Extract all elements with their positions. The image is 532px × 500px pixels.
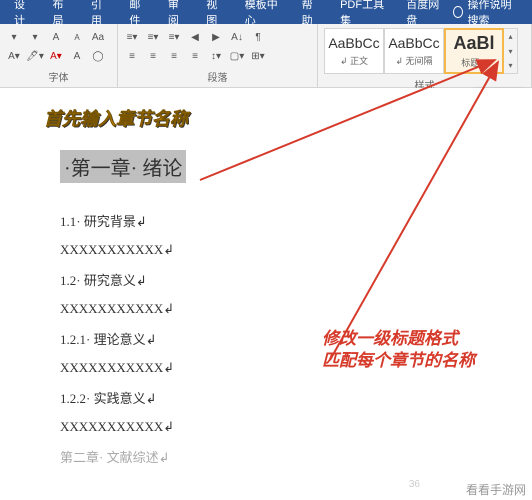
faint-number: 36	[409, 479, 420, 490]
tab-layout[interactable]: 布局	[42, 0, 80, 24]
style-expand[interactable]: ▾	[504, 58, 517, 73]
increase-indent-button[interactable]: ▶	[206, 29, 226, 47]
doc-line[interactable]: XXXXXXXXXXX↲	[60, 242, 280, 258]
font-group-label: 字体	[4, 68, 113, 85]
style-gallery-scroll: ▴ ▾ ▾	[504, 28, 518, 74]
style-heading-1[interactable]: AaBl 标题 1	[444, 28, 504, 74]
tab-review[interactable]: 审阅	[158, 0, 196, 24]
align-left-button[interactable]: ≡	[122, 48, 142, 66]
document-area[interactable]: ·第一章· 绪论 1.1· 研究背景↲ XXXXXXXXXXX↲ 1.2· 研究…	[0, 88, 532, 500]
highlight-button[interactable]: 🖊▾	[25, 48, 45, 66]
style-scroll-up[interactable]: ▴	[504, 29, 517, 44]
tab-baidu-netdisk[interactable]: 百度网盘	[396, 0, 453, 24]
style-name: ↲ 正文	[340, 54, 368, 67]
annotation-step1: 首先输入章节名称	[44, 108, 188, 131]
annotation-step2-line1: 修改一级标题格式	[322, 328, 475, 350]
style-name: ↲ 无间隔	[395, 54, 432, 67]
change-case-button[interactable]: Aa	[88, 29, 108, 47]
font-group: ▾ ▾ A A Aa A▾ 🖊▾ A▾ A ◯ 字体	[0, 24, 118, 87]
doc-line-next-chapter[interactable]: 第二章· 文献综述↲	[60, 447, 280, 466]
multilevel-list-button[interactable]: ≡▾	[164, 29, 184, 47]
text-effects-button[interactable]: A▾	[4, 48, 24, 66]
align-right-button[interactable]: ≡	[164, 48, 184, 66]
style-preview: AaBl	[453, 33, 494, 55]
numbering-button[interactable]: ≡▾	[143, 29, 163, 47]
font-size-dropdown[interactable]: ▾	[25, 29, 45, 47]
shading-button[interactable]: ▢▾	[227, 48, 247, 66]
decrease-indent-button[interactable]: ◀	[185, 29, 205, 47]
enclose-button[interactable]: ◯	[88, 48, 108, 66]
style-normal[interactable]: AaBbCc ↲ 正文	[324, 28, 384, 74]
paragraph-group-label: 段落	[122, 68, 313, 85]
paragraph-group: ≡▾ ≡▾ ≡▾ ◀ ▶ A↓ ¶ ≡ ≡ ≡ ≡ ↕▾ ▢▾ ⊞▾	[118, 24, 318, 87]
style-scroll-down[interactable]: ▾	[504, 44, 517, 59]
tab-help[interactable]: 帮助	[292, 0, 330, 24]
style-preview: AaBbCc	[388, 35, 439, 52]
font-color-button[interactable]: A▾	[46, 48, 66, 66]
tab-pdf-tools[interactable]: PDF工具集	[330, 0, 396, 24]
document-page: ·第一章· 绪论 1.1· 研究背景↲ XXXXXXXXXXX↲ 1.2· 研究…	[60, 150, 280, 466]
annotation-step2: 修改一级标题格式 匹配每个章节的名称	[322, 328, 475, 372]
ribbon-toolbar: ▾ ▾ A A Aa A▾ 🖊▾ A▾ A ◯ 字体	[0, 24, 532, 88]
bullets-button[interactable]: ≡▾	[122, 29, 142, 47]
doc-line[interactable]: XXXXXXXXXXX↲	[60, 419, 280, 435]
doc-line[interactable]: XXXXXXXXXXX↲	[60, 301, 280, 317]
show-marks-button[interactable]: ¶	[248, 29, 268, 47]
styles-group: AaBbCc ↲ 正文 AaBbCc ↲ 无间隔 AaBl 标题 1 ▴ ▾ ▾	[318, 24, 532, 87]
ribbon-tab-bar: 设计 布局 引用 邮件 审阅 视图 模板中心 帮助 PDF工具集 百度网盘 操作…	[0, 0, 532, 24]
style-gallery: AaBbCc ↲ 正文 AaBbCc ↲ 无间隔 AaBl 标题 1 ▴ ▾ ▾	[322, 26, 520, 76]
annotation-step2-line2: 匹配每个章节的名称	[322, 350, 475, 372]
tab-design[interactable]: 设计	[4, 0, 42, 24]
borders-button[interactable]: ⊞▾	[248, 48, 268, 66]
tab-references[interactable]: 引用	[81, 0, 119, 24]
doc-line[interactable]: 1.2.2· 实践意义↲	[60, 388, 280, 407]
tab-view[interactable]: 视图	[196, 0, 234, 24]
doc-line[interactable]: 1.1· 研究背景↲	[60, 211, 280, 230]
chapter-title[interactable]: ·第一章· 绪论	[60, 150, 186, 183]
tab-template-center[interactable]: 模板中心	[235, 0, 292, 24]
tab-mail[interactable]: 邮件	[119, 0, 157, 24]
doc-line[interactable]: 1.2· 研究意义↲	[60, 270, 280, 289]
style-name: 标题 1	[461, 56, 487, 69]
watermark: 看看手游网	[466, 481, 526, 498]
sort-button[interactable]: A↓	[227, 29, 247, 47]
font-dropdown[interactable]: ▾	[4, 29, 24, 47]
line-spacing-button[interactable]: ↕▾	[206, 48, 226, 66]
bulb-icon	[453, 6, 463, 18]
clear-formatting-button[interactable]: A	[67, 48, 87, 66]
style-preview: AaBbCc	[328, 35, 379, 52]
justify-button[interactable]: ≡	[185, 48, 205, 66]
align-center-button[interactable]: ≡	[143, 48, 163, 66]
increase-font-button[interactable]: A	[46, 29, 66, 47]
style-no-spacing[interactable]: AaBbCc ↲ 无间隔	[384, 28, 444, 74]
doc-line[interactable]: XXXXXXXXXXX↲	[60, 360, 280, 376]
doc-line[interactable]: 1.2.1· 理论意义↲	[60, 329, 280, 348]
decrease-font-button[interactable]: A	[67, 29, 87, 47]
